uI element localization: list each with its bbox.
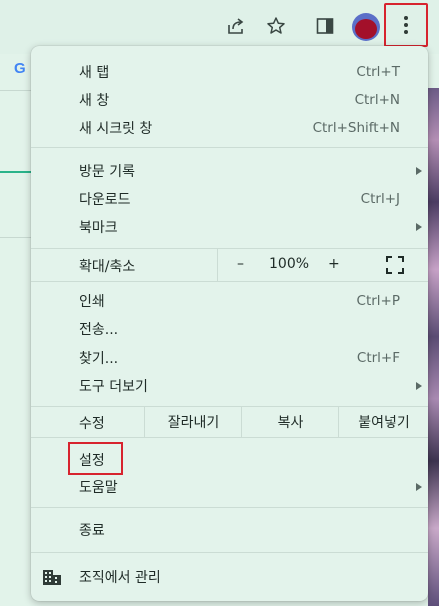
- paste-button[interactable]: 붙여넣기: [338, 407, 428, 437]
- background-image: [428, 88, 439, 606]
- edit-row: 수정 잘라내기 복사 붙여넣기: [31, 407, 428, 437]
- menu-separator: [31, 507, 428, 508]
- more-menu-button[interactable]: [384, 3, 428, 47]
- edit-label: 수정: [79, 416, 105, 432]
- fullscreen-icon[interactable]: [386, 256, 404, 274]
- menu-item-cast[interactable]: 전송...: [31, 315, 428, 343]
- menu-separator: [31, 552, 428, 553]
- menu-item-new-incognito-window[interactable]: 새 시크릿 창 Ctrl+Shift+N: [31, 114, 428, 142]
- zoom-in-button[interactable]: +: [328, 256, 340, 272]
- profile-avatar[interactable]: [352, 13, 380, 41]
- shortcut-label: Ctrl+Shift+N: [312, 120, 400, 136]
- cut-button[interactable]: 잘라내기: [144, 407, 242, 437]
- submenu-arrow-icon: [416, 167, 422, 175]
- zoom-level: 100%: [269, 256, 310, 272]
- menu-item-label: 새 시크릿 창: [79, 121, 153, 137]
- google-logo-icon: G: [14, 60, 26, 77]
- side-panel-icon[interactable]: [311, 12, 339, 40]
- copy-button[interactable]: 복사: [241, 407, 339, 437]
- menu-item-exit[interactable]: 종료: [31, 516, 428, 544]
- avatar-image: [355, 19, 377, 39]
- menu-item-help[interactable]: 도움말: [31, 473, 428, 501]
- shortcut-label: Ctrl+P: [356, 293, 400, 309]
- menu-item-new-window[interactable]: 새 창 Ctrl+N: [31, 86, 428, 114]
- shortcut-label: Ctrl+J: [360, 191, 400, 207]
- menu-item-downloads[interactable]: 다운로드 Ctrl+J: [31, 185, 428, 213]
- zoom-row: 확대/축소 – 100% +: [31, 249, 428, 281]
- bookmark-star-icon[interactable]: [262, 12, 290, 40]
- building-icon: [42, 567, 62, 591]
- menu-item-label: 인쇄: [79, 294, 105, 310]
- menu-separator: [31, 147, 428, 148]
- more-vert-icon: [404, 16, 408, 34]
- menu-separator: [31, 437, 428, 438]
- menu-item-label: 방문 기록: [79, 164, 135, 180]
- submenu-arrow-icon: [416, 483, 422, 491]
- menu-item-print[interactable]: 인쇄 Ctrl+P: [31, 287, 428, 315]
- menu-item-label: 도구 더보기: [79, 379, 148, 395]
- share-icon[interactable]: [222, 12, 250, 40]
- menu-item-label: 새 창: [79, 93, 110, 109]
- menu-item-label: 종료: [79, 523, 105, 539]
- menu-item-history[interactable]: 방문 기록: [31, 157, 428, 185]
- menu-item-label: 조직에서 관리: [79, 570, 161, 586]
- zoom-out-button[interactable]: –: [237, 256, 244, 272]
- menu-item-new-tab[interactable]: 새 탭 Ctrl+T: [31, 58, 428, 86]
- shortcut-label: Ctrl+N: [354, 92, 400, 108]
- shortcut-label: Ctrl+F: [356, 350, 400, 366]
- menu-item-managed-by-org[interactable]: 조직에서 관리: [31, 563, 428, 591]
- menu-item-label: 다운로드: [79, 192, 131, 208]
- menu-item-label: 전송...: [79, 322, 119, 338]
- submenu-arrow-icon: [416, 223, 422, 231]
- menu-item-bookmarks[interactable]: 북마크: [31, 213, 428, 241]
- submenu-arrow-icon: [416, 382, 422, 390]
- menu-item-label: 북마크: [79, 220, 118, 236]
- zoom-label: 확대/축소: [79, 259, 136, 275]
- menu-item-more-tools[interactable]: 도구 더보기: [31, 372, 428, 400]
- shortcut-label: Ctrl+T: [356, 64, 400, 80]
- divider: [217, 249, 218, 281]
- menu-item-label: 찾기...: [79, 351, 119, 367]
- menu-item-find[interactable]: 찾기... Ctrl+F: [31, 344, 428, 372]
- menu-item-label: 도움말: [79, 480, 118, 496]
- settings-highlight-box: [68, 442, 123, 475]
- menu-separator: [31, 281, 428, 282]
- chrome-main-menu: 새 탭 Ctrl+T 새 창 Ctrl+N 새 시크릿 창 Ctrl+Shift…: [31, 46, 428, 601]
- menu-item-label: 새 탭: [79, 65, 110, 81]
